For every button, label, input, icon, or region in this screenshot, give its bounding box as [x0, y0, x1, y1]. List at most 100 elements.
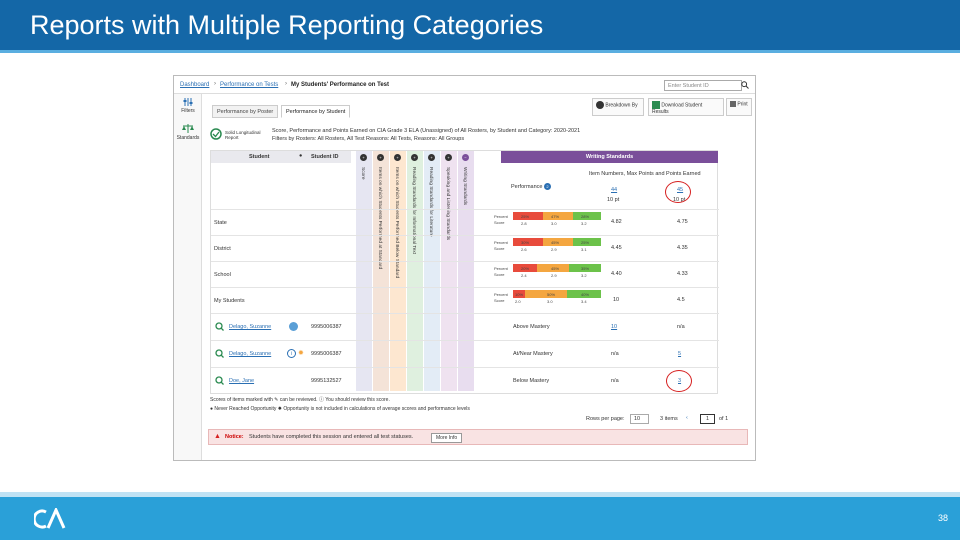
- breadcrumb-performance-on-tests[interactable]: Performance on Tests: [220, 82, 278, 88]
- item-44-score-link[interactable]: 10: [611, 324, 617, 330]
- pct-value: 28%: [581, 214, 590, 219]
- scales-icon: [182, 124, 194, 133]
- page-of: of 1: [719, 416, 729, 422]
- category-dot-active[interactable]: −: [462, 154, 469, 161]
- item-45-score-link[interactable]: 5: [678, 351, 681, 357]
- tab-performance-by-poster[interactable]: Performance by Poster: [212, 105, 279, 118]
- score-value: 3.2: [581, 221, 587, 226]
- pct-value: 35%: [581, 266, 590, 271]
- category-dot[interactable]: +: [445, 154, 452, 161]
- student-id-column-header[interactable]: Student ID: [311, 154, 339, 160]
- score-value: 2.4: [521, 273, 527, 278]
- score-value: 2.6: [521, 247, 527, 252]
- student-name-link[interactable]: Delago, Suzanne: [229, 351, 271, 357]
- item-45-value: 4.75: [677, 219, 688, 225]
- report-info: Solid Longitudinal Report Score, Perform…: [210, 126, 750, 146]
- search-student-icon[interactable]: [215, 349, 224, 358]
- table-row: Delago, Suzanne 9995006387 Above Mastery…: [211, 313, 719, 340]
- pct-value: 10%: [515, 292, 524, 297]
- item-numbers-header: Item Numbers, Max Points and Points Earn…: [589, 171, 701, 177]
- breadcrumb-separator: ›: [214, 81, 216, 87]
- asterisk-icon: ✹: [298, 350, 304, 357]
- score-label: Score: [494, 272, 505, 277]
- notice-label: Notice:: [225, 434, 244, 440]
- table-row: School Percent Score 20% 45% 35% 2.4 2.9…: [211, 261, 719, 287]
- standards-button[interactable]: Standards: [174, 124, 202, 141]
- notice-banner: ▲ Notice: Students have completed this s…: [208, 429, 748, 445]
- student-search-input[interactable]: Enter Student ID: [664, 80, 742, 91]
- score-value: 3.1: [581, 247, 587, 252]
- breadcrumb: Dashboard › Performance on Tests › My St…: [174, 76, 755, 94]
- more-info-button[interactable]: More Info: [431, 433, 463, 443]
- row-name: School: [214, 272, 231, 278]
- score-value: 3.4: [581, 299, 587, 304]
- item-44-value: 4.82: [611, 219, 622, 225]
- check-circle-icon: [210, 128, 222, 140]
- percent-label: Percent: [494, 214, 508, 219]
- results-grid: Student ● Student ID + + + + + + − Score…: [210, 150, 719, 394]
- percent-label: Percent: [494, 292, 508, 297]
- student-performance: Below Mastery: [513, 378, 550, 384]
- search-student-icon[interactable]: [215, 376, 224, 385]
- student-id: 9995006387: [311, 324, 342, 330]
- category-dot[interactable]: +: [360, 154, 367, 161]
- solid-longitudinal-badge[interactable]: Solid Longitudinal Report: [210, 126, 268, 144]
- prev-page-icon[interactable]: ‹: [686, 415, 688, 421]
- standards-label: Standards: [176, 135, 200, 141]
- performance-column-header[interactable]: Performance 2: [511, 183, 552, 190]
- item-44-value: 10: [613, 297, 620, 303]
- print-label: Print: [737, 101, 748, 108]
- pie-icon: [596, 101, 604, 109]
- slide-title: Reports with Multiple Reporting Categori…: [30, 10, 544, 40]
- item-45-score: n/a: [677, 324, 685, 330]
- student-performance: Above Mastery: [513, 324, 550, 330]
- report-screenshot: Dashboard › Performance on Tests › My St…: [173, 75, 756, 461]
- pct-value: 20%: [521, 266, 530, 271]
- row-name: My Students: [214, 298, 245, 304]
- search-icon[interactable]: [741, 81, 749, 89]
- student-performance: At/Near Mastery: [513, 351, 553, 357]
- info-icon[interactable]: i: [287, 349, 296, 358]
- student-name-link[interactable]: Delago, Suzanne: [229, 324, 271, 330]
- score-value: 3.2: [581, 273, 587, 278]
- legend-line-2: ● Never Reached Opportunity ✹ Opportunit…: [210, 406, 470, 412]
- table-row: Delago, Suzanne i ✹ 9995006387 At/Near M…: [211, 340, 719, 367]
- download-button[interactable]: Download Student Results: [648, 98, 724, 116]
- rows-per-page-select[interactable]: 10: [630, 414, 650, 424]
- item-44-link[interactable]: 44: [611, 187, 617, 193]
- score-value: 2.0: [515, 299, 521, 304]
- student-name-link[interactable]: Doe, Jane: [229, 378, 254, 384]
- search-student-icon[interactable]: [215, 322, 224, 331]
- student-column-header[interactable]: Student: [249, 154, 269, 160]
- table-row: District Percent Score 30% 45% 25% 2.6 2…: [211, 235, 719, 261]
- category-dot[interactable]: +: [411, 154, 418, 161]
- pct-value: 30%: [521, 240, 530, 245]
- item-45-value: 4.35: [677, 245, 688, 251]
- legend-line-1: Scores of items marked with ✎ can be rev…: [210, 397, 390, 403]
- category-dot[interactable]: +: [394, 154, 401, 161]
- rows-per-page-label: Rows per page:: [586, 416, 625, 422]
- breadcrumb-dashboard[interactable]: Dashboard: [180, 82, 209, 88]
- grid-header: Student ● Student ID: [211, 151, 351, 163]
- breadcrumb-separator: ›: [285, 81, 287, 87]
- score-value: 2.9: [551, 273, 557, 278]
- breakdown-button[interactable]: Breakdown By: [592, 98, 644, 116]
- download-icon: [652, 101, 660, 109]
- category-dot[interactable]: +: [377, 154, 384, 161]
- item-44-points: 10 pt: [607, 197, 620, 203]
- pct-value: 50%: [547, 292, 556, 297]
- category-dot[interactable]: +: [428, 154, 435, 161]
- print-button[interactable]: Print: [726, 98, 752, 116]
- score-label: Score: [494, 246, 505, 251]
- filters-button[interactable]: Filters: [174, 98, 202, 114]
- title-underline: [0, 50, 960, 53]
- ca-logo: [34, 508, 66, 529]
- slide: Reports with Multiple Reporting Categori…: [0, 0, 960, 540]
- item-44-value: 4.45: [611, 245, 622, 251]
- filters-label: Filters: [181, 108, 195, 114]
- item-44-score: n/a: [611, 378, 619, 384]
- page-input[interactable]: 1: [700, 414, 716, 424]
- highlight-circle: [666, 370, 692, 392]
- footer-bar: [0, 492, 960, 540]
- tab-performance-by-student[interactable]: Performance by Student: [281, 105, 351, 118]
